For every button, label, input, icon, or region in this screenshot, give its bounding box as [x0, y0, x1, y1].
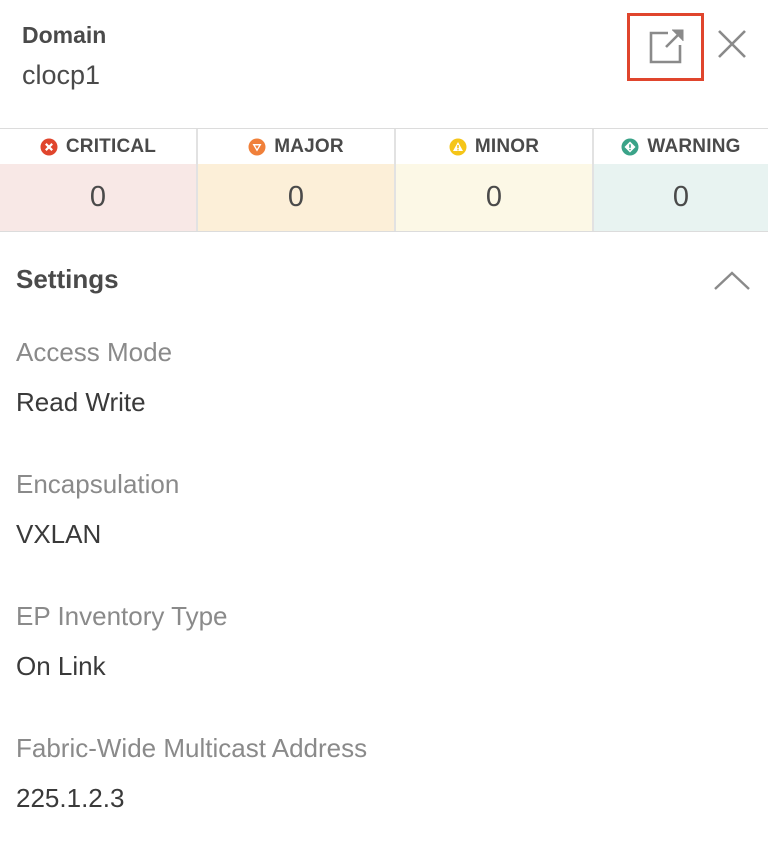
fault-severity-summary: CRITICAL 0 MAJOR 0 MINOR 0 WARNING 0: [0, 128, 768, 232]
fabric-multicast-address-value: 225.1.2.3: [16, 783, 125, 813]
ep-inventory-type-value: On Link: [16, 651, 106, 681]
minor-warning-triangle-icon: [449, 138, 467, 155]
severity-major-count: 0: [198, 164, 394, 231]
severity-critical[interactable]: CRITICAL 0: [0, 129, 198, 231]
severity-major[interactable]: MAJOR 0: [198, 129, 396, 231]
critical-x-icon: [40, 138, 58, 155]
settings-collapse-button[interactable]: [712, 266, 752, 296]
open-in-new-window-icon: [649, 29, 683, 64]
open-in-new-window-button[interactable]: [627, 13, 704, 81]
severity-warning-header: WARNING: [594, 129, 768, 164]
chevron-up-icon: [714, 271, 750, 290]
detail-header: Domain clocp1: [0, 0, 768, 128]
encapsulation-label: Encapsulation: [16, 469, 180, 499]
close-button[interactable]: [712, 24, 752, 64]
severity-minor-label: MINOR: [474, 135, 540, 157]
severity-warning-count: 0: [594, 164, 768, 231]
ep-inventory-type-label: EP Inventory Type: [16, 601, 228, 631]
settings-section-title: Settings: [16, 264, 119, 294]
access-mode-value: Read Write: [16, 387, 146, 417]
severity-warning[interactable]: WARNING 0: [594, 129, 768, 231]
severity-warning-label: WARNING: [647, 135, 741, 157]
severity-critical-header: CRITICAL: [0, 129, 196, 164]
severity-minor-header: MINOR: [396, 129, 592, 164]
major-down-triangle-icon: [248, 138, 266, 155]
encapsulation-value: VXLAN: [16, 519, 102, 549]
severity-minor[interactable]: MINOR 0: [396, 129, 594, 231]
severity-critical-label: CRITICAL: [65, 135, 157, 157]
domain-name: clocp1: [22, 60, 101, 90]
domain-label: Domain: [22, 22, 107, 48]
warning-exclamation-icon: [621, 138, 639, 155]
access-mode-label: Access Mode: [16, 337, 173, 367]
severity-minor-count: 0: [396, 164, 592, 231]
fabric-multicast-address-label: Fabric-Wide Multicast Address: [16, 733, 368, 763]
close-icon: [718, 30, 746, 58]
severity-critical-count: 0: [0, 164, 196, 231]
severity-major-header: MAJOR: [198, 129, 394, 164]
severity-major-label: MAJOR: [274, 135, 344, 157]
